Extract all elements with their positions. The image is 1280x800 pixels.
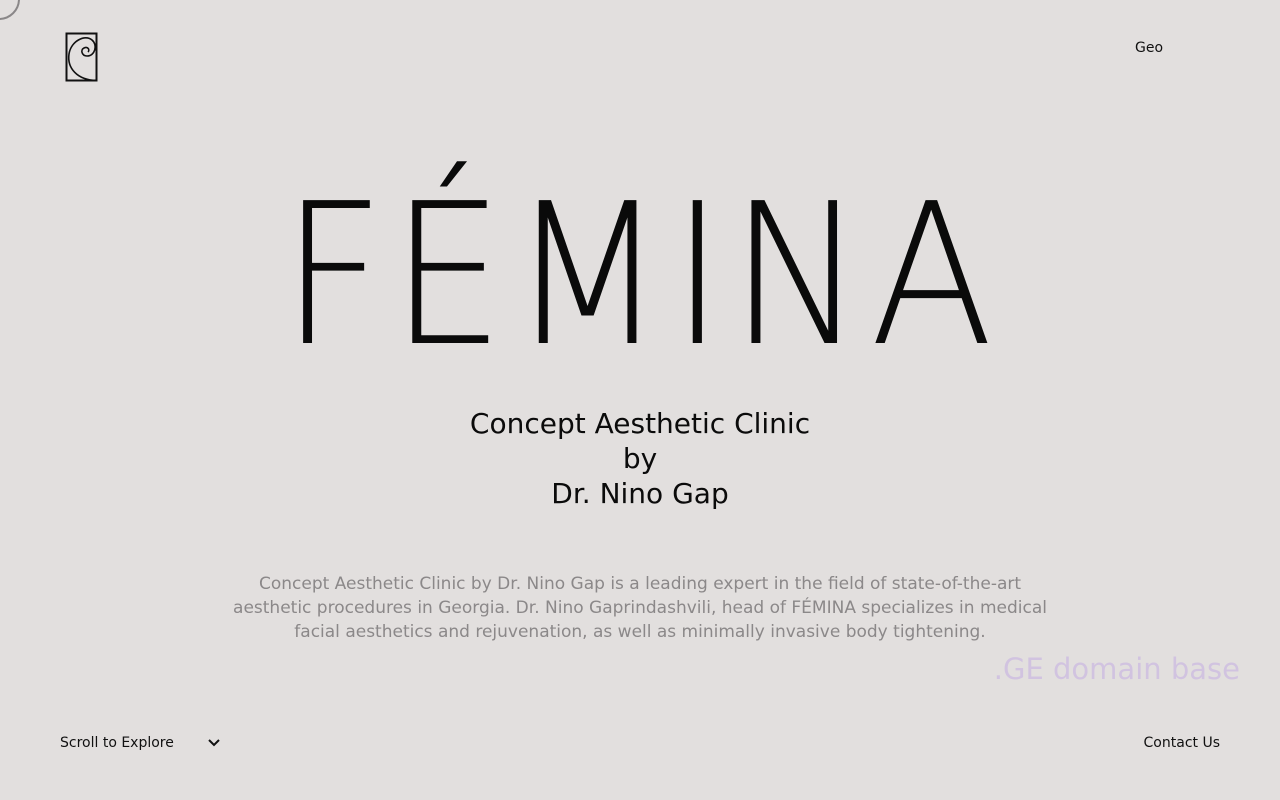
- language-switch[interactable]: Geo: [1135, 40, 1163, 56]
- hero-description: Concept Aesthetic Clinic by Dr. Nino Gap…: [233, 574, 1047, 642]
- subtitle-line-by: by: [622, 442, 658, 475]
- scroll-label: Scroll to Explore: [60, 735, 174, 751]
- subtitle-line-clinic: Concept Aesthetic Clinic: [469, 407, 811, 440]
- chevron-down-icon: [206, 735, 222, 751]
- domain-watermark: .GE domain base: [993, 652, 1240, 686]
- contact-us-link[interactable]: Contact Us: [1144, 735, 1220, 751]
- golden-spiral-logo-icon: [65, 32, 98, 82]
- brand-title: FÉMINA: [281, 162, 999, 390]
- page: Geo FÉMINA Concept Aesthetic Clinic by D…: [0, 0, 1280, 800]
- logo[interactable]: [65, 32, 99, 82]
- hero-subtitle: Concept Aesthetic Clinic by Dr. Nino Gap: [0, 406, 1280, 511]
- subtitle-line-doctor: Dr. Nino Gap: [551, 477, 729, 510]
- cursor-circle: [0, 0, 20, 20]
- scroll-to-explore[interactable]: Scroll to Explore: [60, 735, 222, 751]
